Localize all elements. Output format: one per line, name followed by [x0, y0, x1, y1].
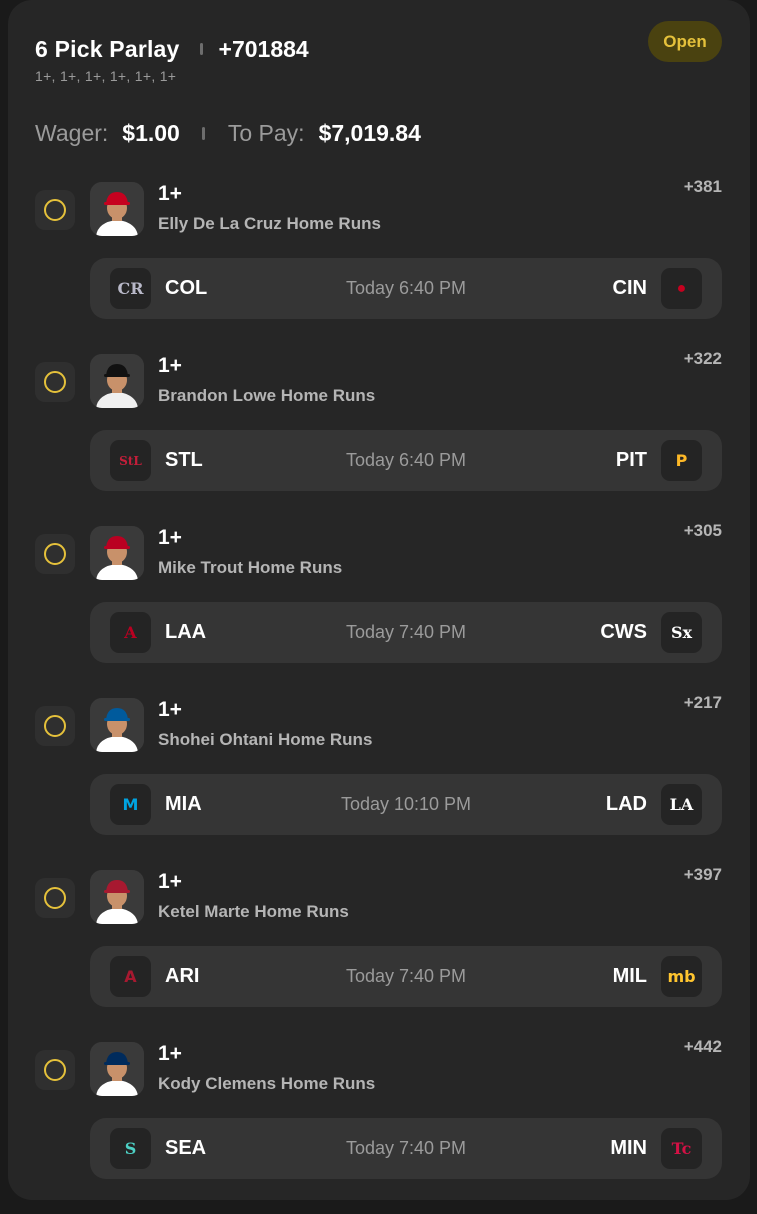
- player-avatar: [90, 698, 144, 752]
- wager-row: Wager: $1.00 To Pay: $7,019.84: [35, 116, 421, 150]
- pending-circle-icon: [44, 1059, 66, 1081]
- home-team: MIL: [612, 965, 647, 987]
- leg-odds: +305: [683, 521, 722, 540]
- leg-item-1[interactable]: 1+ Elly De La Cruz Home Runs +381 CR COL…: [8, 177, 750, 354]
- twins-logo-icon: Tc: [661, 1128, 702, 1169]
- leg-line: 1+: [158, 354, 182, 377]
- white-sox-logo-icon: Sx: [661, 612, 702, 653]
- game-matchup[interactable]: M MIA Today 10:10 PM LAD LA: [90, 774, 722, 835]
- dodgers-logo-icon: LA: [661, 784, 702, 825]
- pirates-logo-icon: P: [661, 440, 702, 481]
- leg-market: Mike Trout Home Runs: [158, 558, 343, 577]
- pending-circle-icon: [44, 887, 66, 909]
- leg-odds: +322: [683, 349, 722, 368]
- game-matchup[interactable]: CR COL Today 6:40 PM CIN ●: [90, 258, 722, 319]
- player-avatar: [90, 1042, 144, 1096]
- divider: [199, 43, 203, 55]
- home-team: CIN: [612, 277, 647, 299]
- home-team: CWS: [600, 621, 647, 643]
- leg-market: Brandon Lowe Home Runs: [158, 386, 376, 405]
- divider: [201, 126, 205, 140]
- parlay-card: 6 Pick Parlay +701884 1+, 1+, 1+, 1+, 1+…: [8, 0, 750, 1200]
- game-matchup[interactable]: S SEA Today 7:40 PM MIN Tc: [90, 1118, 722, 1179]
- leg-line: 1+: [158, 698, 182, 721]
- player-avatar: [90, 526, 144, 580]
- status-badge: Open: [648, 21, 722, 62]
- leg-status-indicator[interactable]: [35, 1050, 75, 1090]
- game-matchup[interactable]: StL STL Today 6:40 PM PIT P: [90, 430, 722, 491]
- leg-market: Ketel Marte Home Runs: [158, 902, 349, 921]
- player-avatar: [90, 870, 144, 924]
- total-odds: +701884: [218, 35, 309, 62]
- lines-summary: 1+, 1+, 1+, 1+, 1+, 1+: [35, 68, 177, 84]
- leg-line: 1+: [158, 870, 182, 893]
- leg-item-6[interactable]: 1+ Kody Clemens Home Runs +442 S SEA Tod…: [8, 1037, 750, 1214]
- leg-odds: +217: [683, 693, 722, 712]
- home-team: MIN: [610, 1137, 647, 1159]
- reds-logo-icon: ●: [661, 268, 702, 309]
- leg-market: Shohei Ohtani Home Runs: [158, 730, 373, 749]
- leg-status-indicator[interactable]: [35, 706, 75, 746]
- leg-item-4[interactable]: 1+ Shohei Ohtani Home Runs +217 M MIA To…: [8, 693, 750, 870]
- player-avatar: [90, 354, 144, 408]
- bet-title: 6 Pick Parlay: [35, 35, 180, 62]
- game-matchup[interactable]: A ARI Today 7:40 PM MIL mb: [90, 946, 722, 1007]
- leg-item-2[interactable]: 1+ Brandon Lowe Home Runs +322 StL STL T…: [8, 349, 750, 526]
- home-team: LAD: [605, 793, 647, 815]
- game-matchup[interactable]: A LAA Today 7:40 PM CWS Sx: [90, 602, 722, 663]
- leg-odds: +381: [683, 177, 722, 196]
- payout-value: $7,019.84: [318, 119, 421, 146]
- leg-line: 1+: [158, 1042, 182, 1065]
- leg-status-indicator[interactable]: [35, 362, 75, 402]
- leg-status-indicator[interactable]: [35, 190, 75, 230]
- wager-label: Wager:: [35, 119, 109, 146]
- leg-status-indicator[interactable]: [35, 534, 75, 574]
- pending-circle-icon: [44, 199, 66, 221]
- player-avatar: [90, 182, 144, 236]
- leg-market: Elly De La Cruz Home Runs: [158, 214, 381, 233]
- bet-header: 6 Pick Parlay +701884 1+, 1+, 1+, 1+, 1+…: [35, 34, 309, 85]
- home-team: PIT: [615, 449, 647, 471]
- leg-line: 1+: [158, 526, 182, 549]
- leg-market: Kody Clemens Home Runs: [158, 1074, 376, 1093]
- pending-circle-icon: [44, 715, 66, 737]
- leg-item-5[interactable]: 1+ Ketel Marte Home Runs +397 A ARI Toda…: [8, 865, 750, 1042]
- payout-label: To Pay:: [227, 119, 305, 146]
- pending-circle-icon: [44, 543, 66, 565]
- leg-odds: +442: [683, 1037, 722, 1056]
- pending-circle-icon: [44, 371, 66, 393]
- leg-status-indicator[interactable]: [35, 878, 75, 918]
- leg-item-3[interactable]: 1+ Mike Trout Home Runs +305 A LAA Today…: [8, 521, 750, 698]
- leg-odds: +397: [683, 865, 722, 884]
- wager-value: $1.00: [122, 119, 180, 146]
- leg-line: 1+: [158, 182, 182, 205]
- brewers-logo-icon: mb: [661, 956, 702, 997]
